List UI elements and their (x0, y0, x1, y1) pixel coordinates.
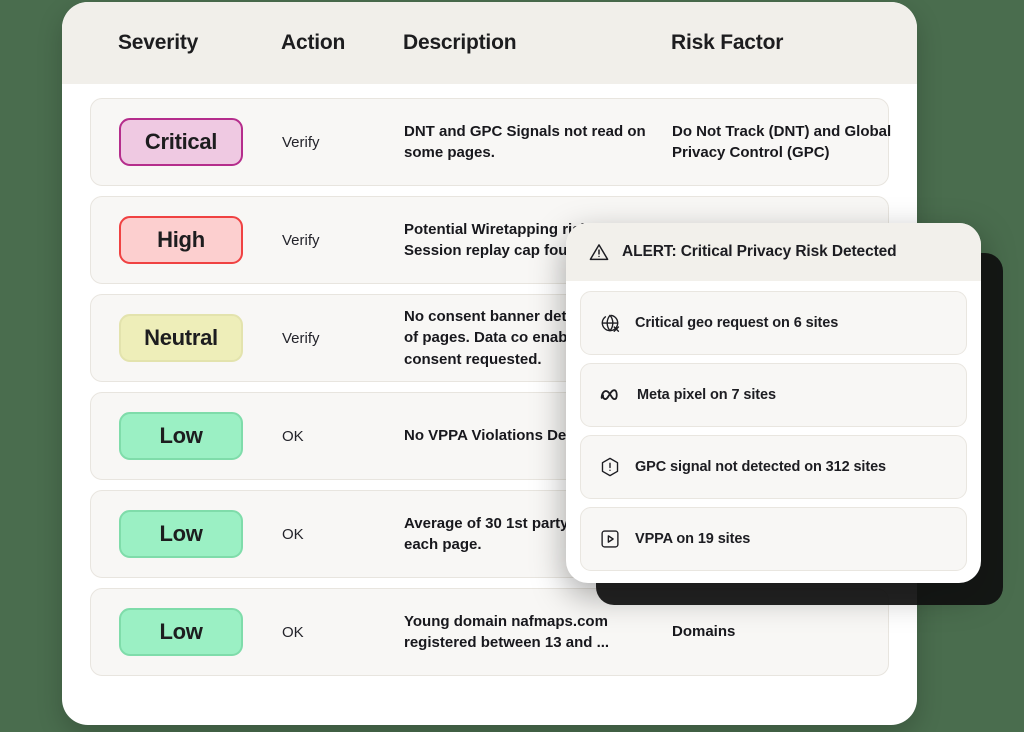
warning-triangle-icon (588, 241, 610, 263)
action-cell: Verify (282, 329, 320, 347)
globe-blocked-icon (599, 312, 621, 334)
action-cell: OK (282, 525, 304, 543)
action-cell: Verify (282, 133, 320, 151)
hexagon-alert-icon (599, 456, 621, 478)
description-cell: Young domain nafmaps.com registered betw… (404, 612, 610, 651)
action-cell: OK (282, 427, 304, 445)
severity-cell: High (119, 216, 282, 264)
description-cell: DNT and GPC Signals not read on some pag… (404, 122, 646, 161)
alert-panel-header: ALERT: Critical Privacy Risk Detected (566, 223, 981, 281)
table-header-row: Severity Action Description Risk Factor (62, 2, 917, 84)
severity-badge-high: High (119, 216, 243, 264)
alert-list-item[interactable]: Meta pixel on 7 sites (580, 363, 967, 427)
alert-list-item[interactable]: Critical geo request on 6 sites (580, 291, 967, 355)
action-cell: OK (282, 623, 304, 641)
alert-list-item[interactable]: GPC signal not detected on 312 sites (580, 435, 967, 499)
column-header-risk-factor: Risk Factor (671, 31, 784, 54)
column-header-severity: Severity (118, 31, 199, 54)
severity-badge-low: Low (119, 608, 243, 656)
severity-badge-low: Low (119, 412, 243, 460)
alert-list-item[interactable]: VPPA on 19 sites (580, 507, 967, 571)
severity-badge-critical: Critical (119, 118, 243, 166)
severity-cell: Low (119, 510, 282, 558)
severity-cell: Low (119, 608, 282, 656)
column-header-action: Action (281, 31, 346, 54)
alert-panel-title: ALERT: Critical Privacy Risk Detected (622, 243, 897, 260)
alert-item-label: VPPA on 19 sites (635, 531, 751, 547)
alert-item-label: Critical geo request on 6 sites (635, 315, 839, 331)
risk-factor-cell: Do Not Track (DNT) and Global Privacy Co… (672, 122, 892, 161)
severity-badge-low: Low (119, 510, 243, 558)
severity-cell: Low (119, 412, 282, 460)
video-play-icon (599, 528, 621, 550)
alert-item-label: GPC signal not detected on 312 sites (635, 459, 887, 475)
risk-factor-cell: Domains (672, 623, 736, 641)
table-row[interactable]: Low OK Young domain nafmaps.com register… (90, 588, 889, 676)
alert-panel: ALERT: Critical Privacy Risk Detected Cr… (566, 223, 981, 583)
severity-cell: Neutral (119, 314, 282, 362)
alert-item-list: Critical geo request on 6 sites Meta pix… (566, 281, 981, 571)
meta-logo-icon (599, 384, 623, 406)
table-row[interactable]: Critical Verify DNT and GPC Signals not … (90, 98, 891, 186)
severity-badge-neutral: Neutral (119, 314, 243, 362)
severity-cell: Critical (119, 118, 282, 166)
action-cell: Verify (282, 231, 320, 249)
alert-item-label: Meta pixel on 7 sites (637, 387, 776, 403)
column-header-description: Description (403, 31, 517, 54)
